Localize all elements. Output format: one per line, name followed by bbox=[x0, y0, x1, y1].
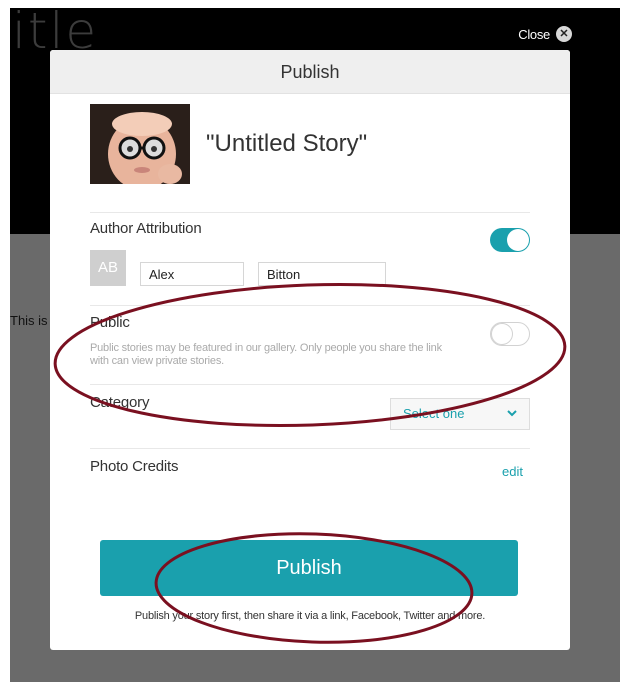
toggle-knob bbox=[491, 323, 513, 345]
close-button[interactable]: Close ✕ bbox=[518, 26, 572, 42]
chevron-down-icon bbox=[507, 399, 517, 440]
divider bbox=[90, 384, 530, 385]
close-icon[interactable]: ✕ bbox=[556, 26, 572, 42]
photo-credits-edit-link[interactable]: edit bbox=[502, 464, 523, 479]
author-first-name-input[interactable] bbox=[140, 262, 244, 286]
dialog-title: Publish bbox=[50, 50, 570, 94]
background-page-text: This is bbox=[10, 313, 48, 328]
public-label: Public bbox=[90, 314, 130, 331]
category-selected-value: Select one bbox=[403, 406, 465, 421]
author-attribution-toggle[interactable] bbox=[490, 228, 530, 252]
public-toggle[interactable] bbox=[490, 322, 530, 346]
author-avatar: AB bbox=[90, 250, 126, 286]
divider bbox=[90, 448, 530, 449]
story-title: "Untitled Story" bbox=[206, 130, 368, 157]
close-label: Close bbox=[518, 26, 550, 42]
story-summary: "Untitled Story" bbox=[90, 104, 367, 184]
divider bbox=[90, 305, 530, 306]
photo-credits-label: Photo Credits bbox=[90, 458, 179, 475]
author-last-name-input[interactable] bbox=[258, 262, 386, 286]
public-description: Public stories may be featured in our ga… bbox=[90, 342, 442, 367]
publish-hint: Publish your story first, then share it … bbox=[134, 610, 486, 622]
toggle-knob bbox=[507, 229, 529, 251]
author-attribution-label: Author Attribution bbox=[90, 220, 202, 237]
divider bbox=[90, 212, 530, 213]
publish-button[interactable]: Publish bbox=[100, 540, 518, 596]
category-label: Category bbox=[90, 394, 150, 411]
story-thumbnail bbox=[90, 104, 190, 184]
publish-dialog: Publish "Untitled Story" Author Attribut… bbox=[50, 50, 570, 650]
category-select[interactable]: Select one bbox=[390, 398, 530, 430]
